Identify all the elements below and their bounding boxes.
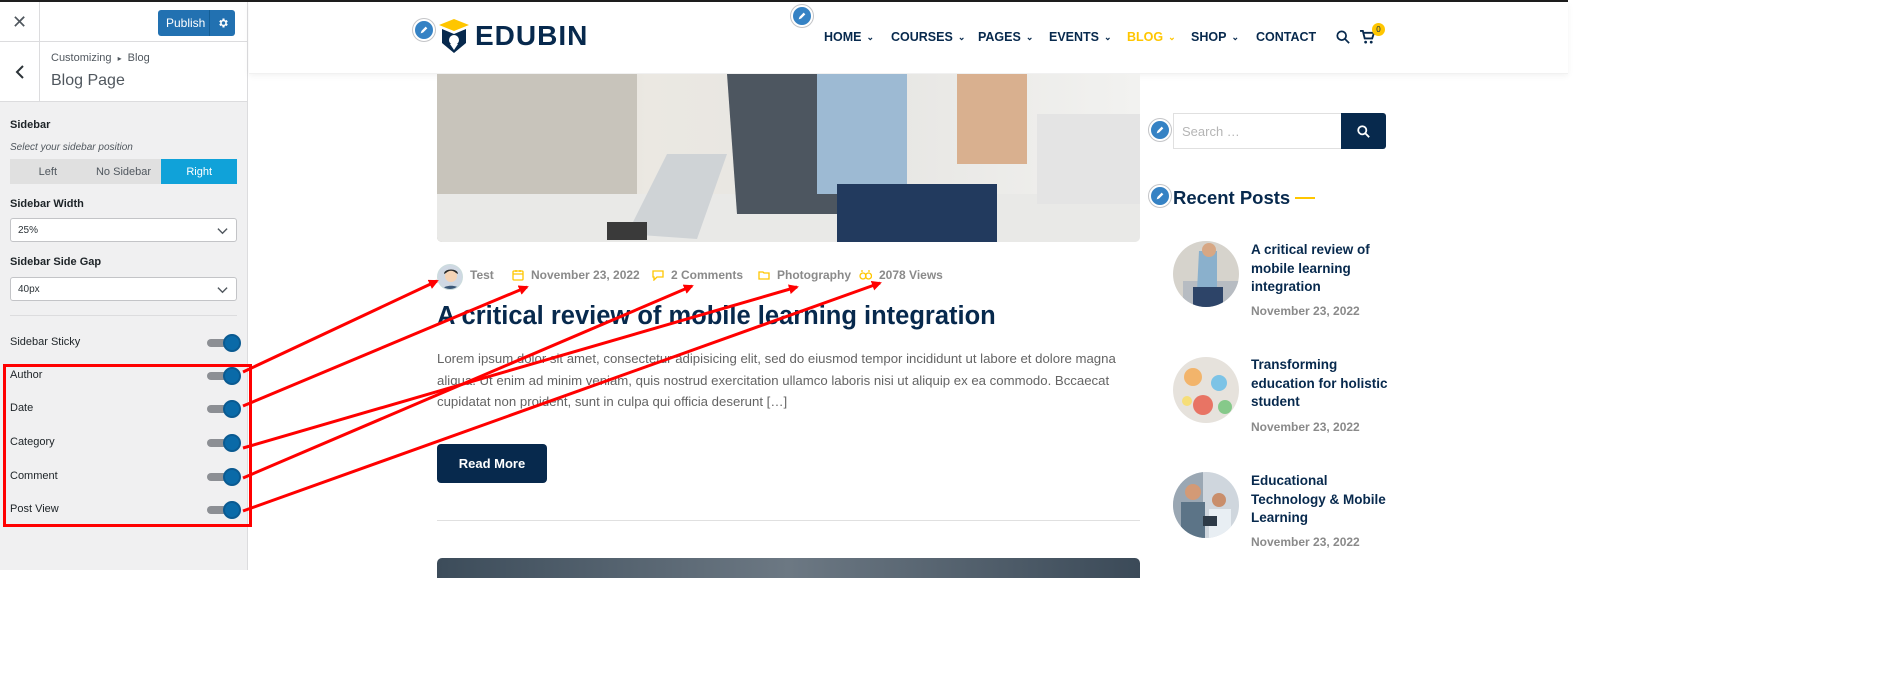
post-featured-image[interactable] (437, 74, 1140, 242)
chevron-down-icon: ⌄ (1104, 31, 1112, 42)
edit-shortcut-pencil-icon[interactable] (413, 19, 435, 41)
sidebar-option-left[interactable]: Left (10, 159, 86, 184)
comment-icon (652, 269, 664, 281)
chevron-down-icon: ⌄ (1025, 31, 1034, 42)
search-input[interactable]: Search … (1173, 113, 1341, 149)
post-divider (437, 520, 1140, 521)
recent-post-title[interactable]: Transforming education for holistic stud… (1251, 356, 1391, 412)
nav-courses[interactable]: COURSES ⌄ (891, 30, 965, 44)
graduation-cap-logo-icon (439, 19, 469, 53)
post-meta: Test November 23, 2022 2 Comments Photog… (437, 264, 1140, 290)
post-date-text: November 23, 2022 (531, 268, 640, 282)
sidebar-gap-value: 40px (18, 283, 40, 295)
post-views: 2078 Views (859, 268, 943, 282)
edit-shortcut-pencil-icon[interactable] (1149, 185, 1171, 207)
sidebar-option-none[interactable]: No Sidebar (86, 159, 162, 184)
nav-label: PAGES (978, 30, 1021, 44)
calendar-icon (512, 269, 524, 281)
annotation-highlight-box (3, 364, 252, 527)
divider (10, 315, 237, 316)
breadcrumb-separator: ▸ (117, 54, 122, 63)
recent-post-thumbnail[interactable] (1173, 472, 1239, 538)
chevron-down-icon: ⌄ (866, 31, 875, 42)
chevron-down-icon: ⌄ (1231, 31, 1239, 42)
publish-label: Publish (166, 16, 206, 30)
sidebar-width-select[interactable]: 25% (10, 218, 237, 242)
recent-post-date: November 23, 2022 (1251, 535, 1360, 549)
title-accent-line (1295, 197, 1315, 199)
back-button[interactable] (0, 42, 40, 102)
next-post-image[interactable] (437, 558, 1140, 578)
nav-label: SHOP (1191, 30, 1227, 44)
post-title[interactable]: A critical review of mobile learning int… (437, 302, 996, 331)
nav-label: BLOG (1127, 30, 1164, 44)
chevron-left-icon (15, 65, 24, 79)
sidebar-width-value: 25% (18, 224, 39, 236)
post-author[interactable]: Test (470, 268, 494, 282)
nav-events[interactable]: EVENTS ⌄ (1049, 30, 1112, 44)
gear-icon[interactable] (209, 10, 235, 36)
arrow-author (242, 279, 439, 374)
nav-label: HOME (824, 30, 862, 44)
close-customizer-button[interactable]: ✕ (0, 2, 40, 42)
post-excerpt: Lorem ipsum dolor sit amet, consectetur … (437, 351, 1116, 409)
sidebar-gap-select[interactable]: 40px (10, 277, 237, 301)
search-icon[interactable] (1336, 30, 1350, 44)
post-comments-text: 2 Comments (671, 268, 744, 282)
sidebar-label: Sidebar (10, 119, 51, 131)
post-views-text: 2078 Views (879, 268, 943, 282)
site-logo[interactable]: EDUBIN (437, 17, 588, 55)
section-header: Customizing ▸ Blog Blog Page (0, 42, 247, 102)
post-comments[interactable]: 2 Comments (652, 268, 743, 282)
close-icon: ✕ (11, 11, 28, 32)
customizer-header-bar: ✕ Publish (0, 2, 247, 42)
recent-posts-title: Recent Posts (1173, 187, 1291, 208)
recent-post-title[interactable]: Educational Technology & Mobile Learning (1251, 472, 1391, 528)
sidebar-width-label: Sidebar Width (10, 198, 84, 210)
nav-label: EVENTS (1049, 30, 1100, 44)
breadcrumb-root: Customizing (51, 52, 112, 64)
search-submit-button[interactable] (1341, 113, 1386, 149)
read-more-button[interactable]: Read More (437, 444, 547, 483)
toggle-label: Sidebar Sticky (10, 336, 81, 348)
recent-post-thumbnail[interactable] (1173, 241, 1239, 307)
nav-shop[interactable]: SHOP ⌄ (1191, 30, 1239, 44)
nav-label: COURSES (891, 30, 953, 44)
section-title: Blog Page (51, 72, 125, 89)
recent-post-thumbnail[interactable] (1173, 357, 1239, 423)
post-category[interactable]: Photography (758, 268, 851, 282)
sidebar-position-control: Left No Sidebar Right (10, 159, 238, 184)
chevron-down-icon (217, 287, 228, 294)
sidebar-gap-label: Sidebar Side Gap (10, 256, 102, 268)
chevron-down-icon: ⌄ (957, 31, 966, 42)
eye-icon (859, 269, 872, 281)
sidebar-sticky-toggle[interactable] (207, 333, 241, 353)
breadcrumb-leaf: Blog (127, 52, 150, 64)
recent-post-title[interactable]: A critical review of mobile learning int… (1251, 241, 1391, 297)
nav-label: CONTACT (1256, 30, 1317, 44)
nav-home[interactable]: HOME ⌄ (824, 30, 874, 44)
nav-blog[interactable]: BLOG ⌄ (1127, 30, 1176, 44)
cart-count-badge: 0 (1372, 23, 1385, 36)
edit-shortcut-pencil-icon[interactable] (791, 5, 813, 27)
toggle-row-sidebar-sticky: Sidebar Sticky (10, 333, 241, 353)
recent-post-date: November 23, 2022 (1251, 304, 1360, 318)
nav-contact[interactable]: CONTACT (1256, 30, 1316, 44)
post-category-text: Photography (777, 268, 851, 282)
post-date[interactable]: November 23, 2022 (512, 268, 640, 282)
search-icon (1357, 124, 1370, 138)
logo-text: EDUBIN (475, 20, 589, 51)
nav-pages[interactable]: PAGES ⌄ (978, 30, 1033, 44)
sidebar-option-right[interactable]: Right (161, 159, 238, 184)
author-avatar[interactable] (437, 264, 463, 290)
chevron-down-icon (217, 228, 228, 235)
chevron-down-icon: ⌄ (1168, 31, 1176, 42)
publish-button[interactable]: Publish (158, 10, 235, 36)
edit-shortcut-pencil-icon[interactable] (1149, 119, 1171, 141)
folder-icon (758, 269, 770, 281)
sidebar-description: Select your sidebar position (10, 142, 133, 153)
recent-post-date: November 23, 2022 (1251, 420, 1360, 434)
breadcrumb: Customizing ▸ Blog (51, 52, 150, 64)
